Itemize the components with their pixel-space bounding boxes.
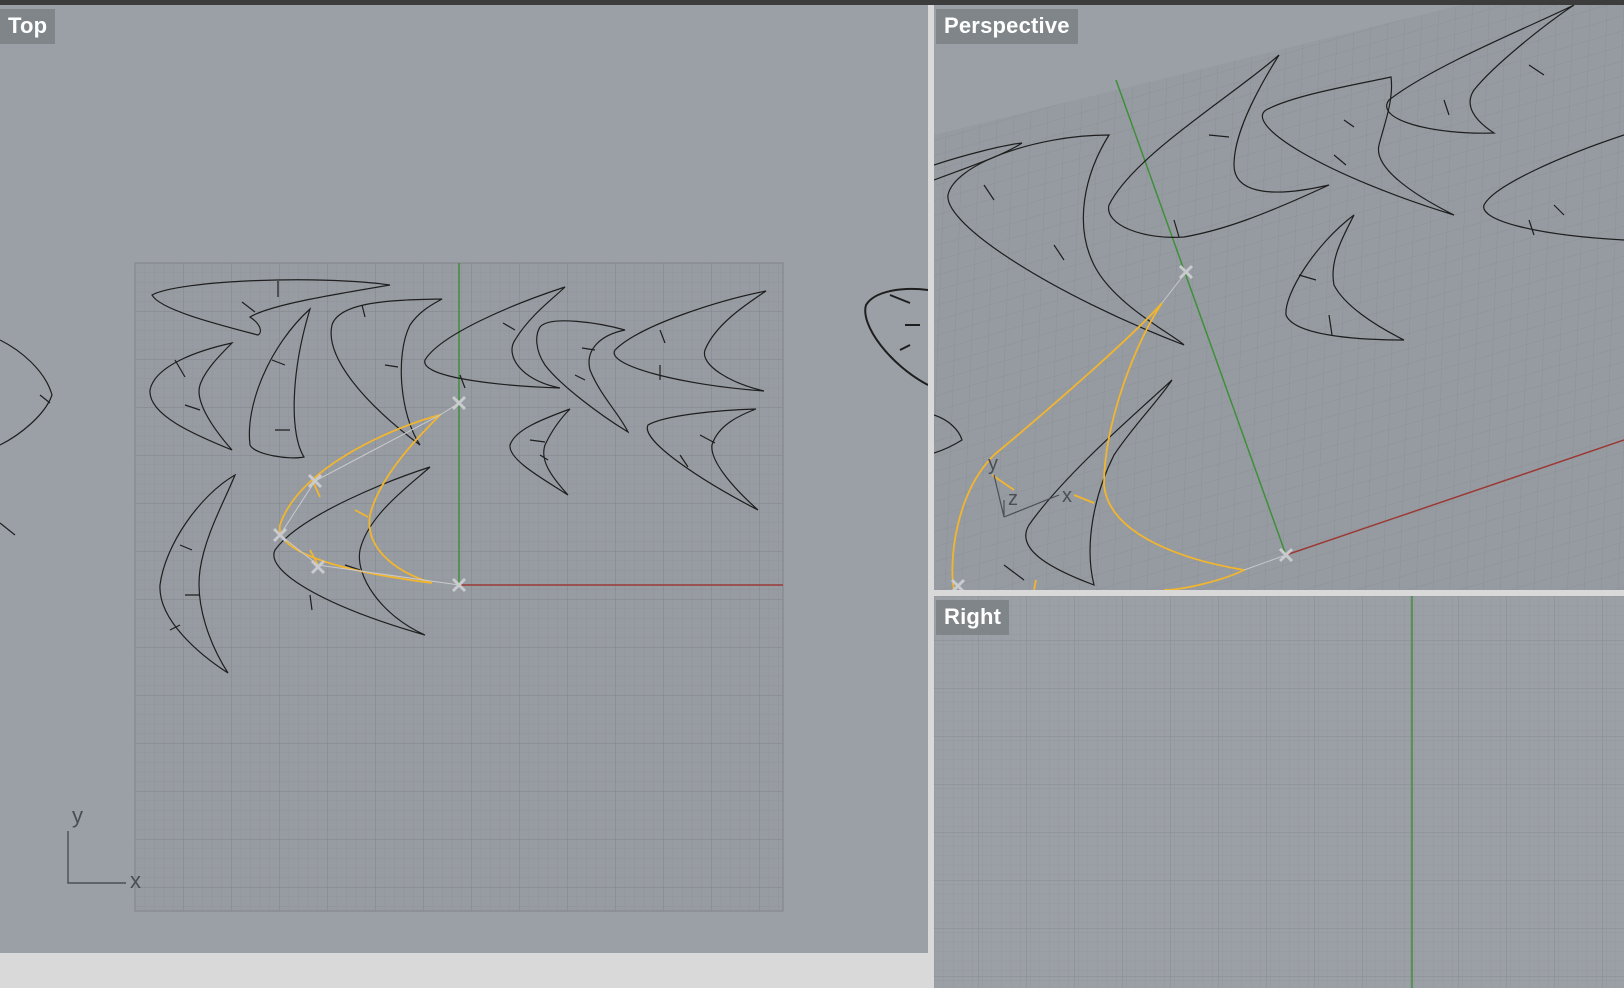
shape-curve	[864, 287, 928, 386]
right-viewport-canvas[interactable]	[934, 596, 1624, 988]
top-viewport-canvas[interactable]: y x	[0, 5, 928, 953]
axis-label-x: x	[130, 868, 141, 893]
viewport-label-top[interactable]: Top	[0, 9, 56, 44]
axis-label-y: y	[988, 453, 998, 475]
viewport-label-perspective[interactable]: Perspective	[936, 9, 1078, 44]
perspective-viewport-canvas[interactable]: y z x	[934, 5, 1624, 590]
axis-label-z: z	[1008, 488, 1018, 510]
axis-label-y: y	[72, 803, 83, 828]
viewport-label-right[interactable]: Right	[936, 600, 1010, 635]
shape-curve	[0, 339, 53, 536]
viewport-top[interactable]: y x Top	[0, 5, 928, 953]
axis-label-x: x	[1062, 485, 1072, 507]
bottom-border	[0, 953, 930, 988]
viewport-perspective[interactable]: y z x Perspective	[934, 5, 1624, 590]
viewport-right[interactable]: Right	[934, 596, 1624, 988]
world-axes-icon	[67, 831, 126, 884]
